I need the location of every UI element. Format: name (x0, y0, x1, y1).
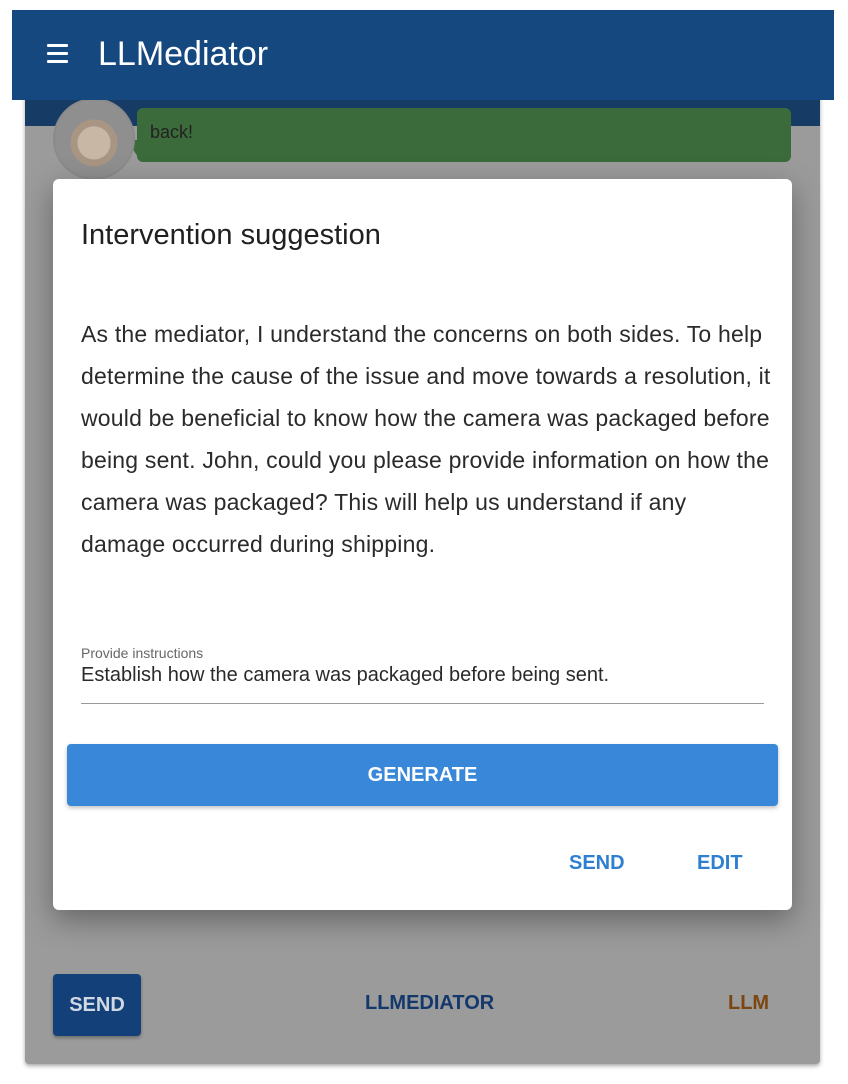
menu-bar-line (47, 60, 68, 63)
instructions-label: Provide instructions (81, 645, 204, 661)
instructions-field: Provide instructions (81, 645, 764, 704)
dialog-title: Intervention suggestion (81, 219, 381, 251)
message-text: back! (150, 122, 194, 142)
intervention-dialog: Intervention suggestion As the mediator,… (53, 179, 792, 910)
dialog-edit-button[interactable]: EDIT (697, 852, 743, 875)
send-message-button[interactable]: SEND (53, 974, 141, 1036)
llmediator-button[interactable]: LLMEDIATOR (365, 992, 494, 1015)
menu-bar-line (47, 44, 68, 47)
generate-button[interactable]: GENERATE (67, 744, 778, 806)
hamburger-menu-icon[interactable] (42, 42, 74, 66)
suggestion-text: As the mediator, I understand the concer… (81, 321, 771, 557)
dialog-send-button[interactable]: SEND (569, 852, 625, 875)
instructions-input[interactable] (81, 661, 764, 689)
app-title: LLMediator (98, 35, 269, 73)
menu-bar-line (47, 52, 68, 55)
message-bubble (137, 108, 791, 162)
page: Broken camera back! * SEND LLMEDIATOR LL… (0, 0, 848, 1084)
app-bar: LLMediator (12, 10, 834, 100)
llm-button[interactable]: LLM (728, 992, 769, 1015)
avatar (53, 98, 135, 180)
